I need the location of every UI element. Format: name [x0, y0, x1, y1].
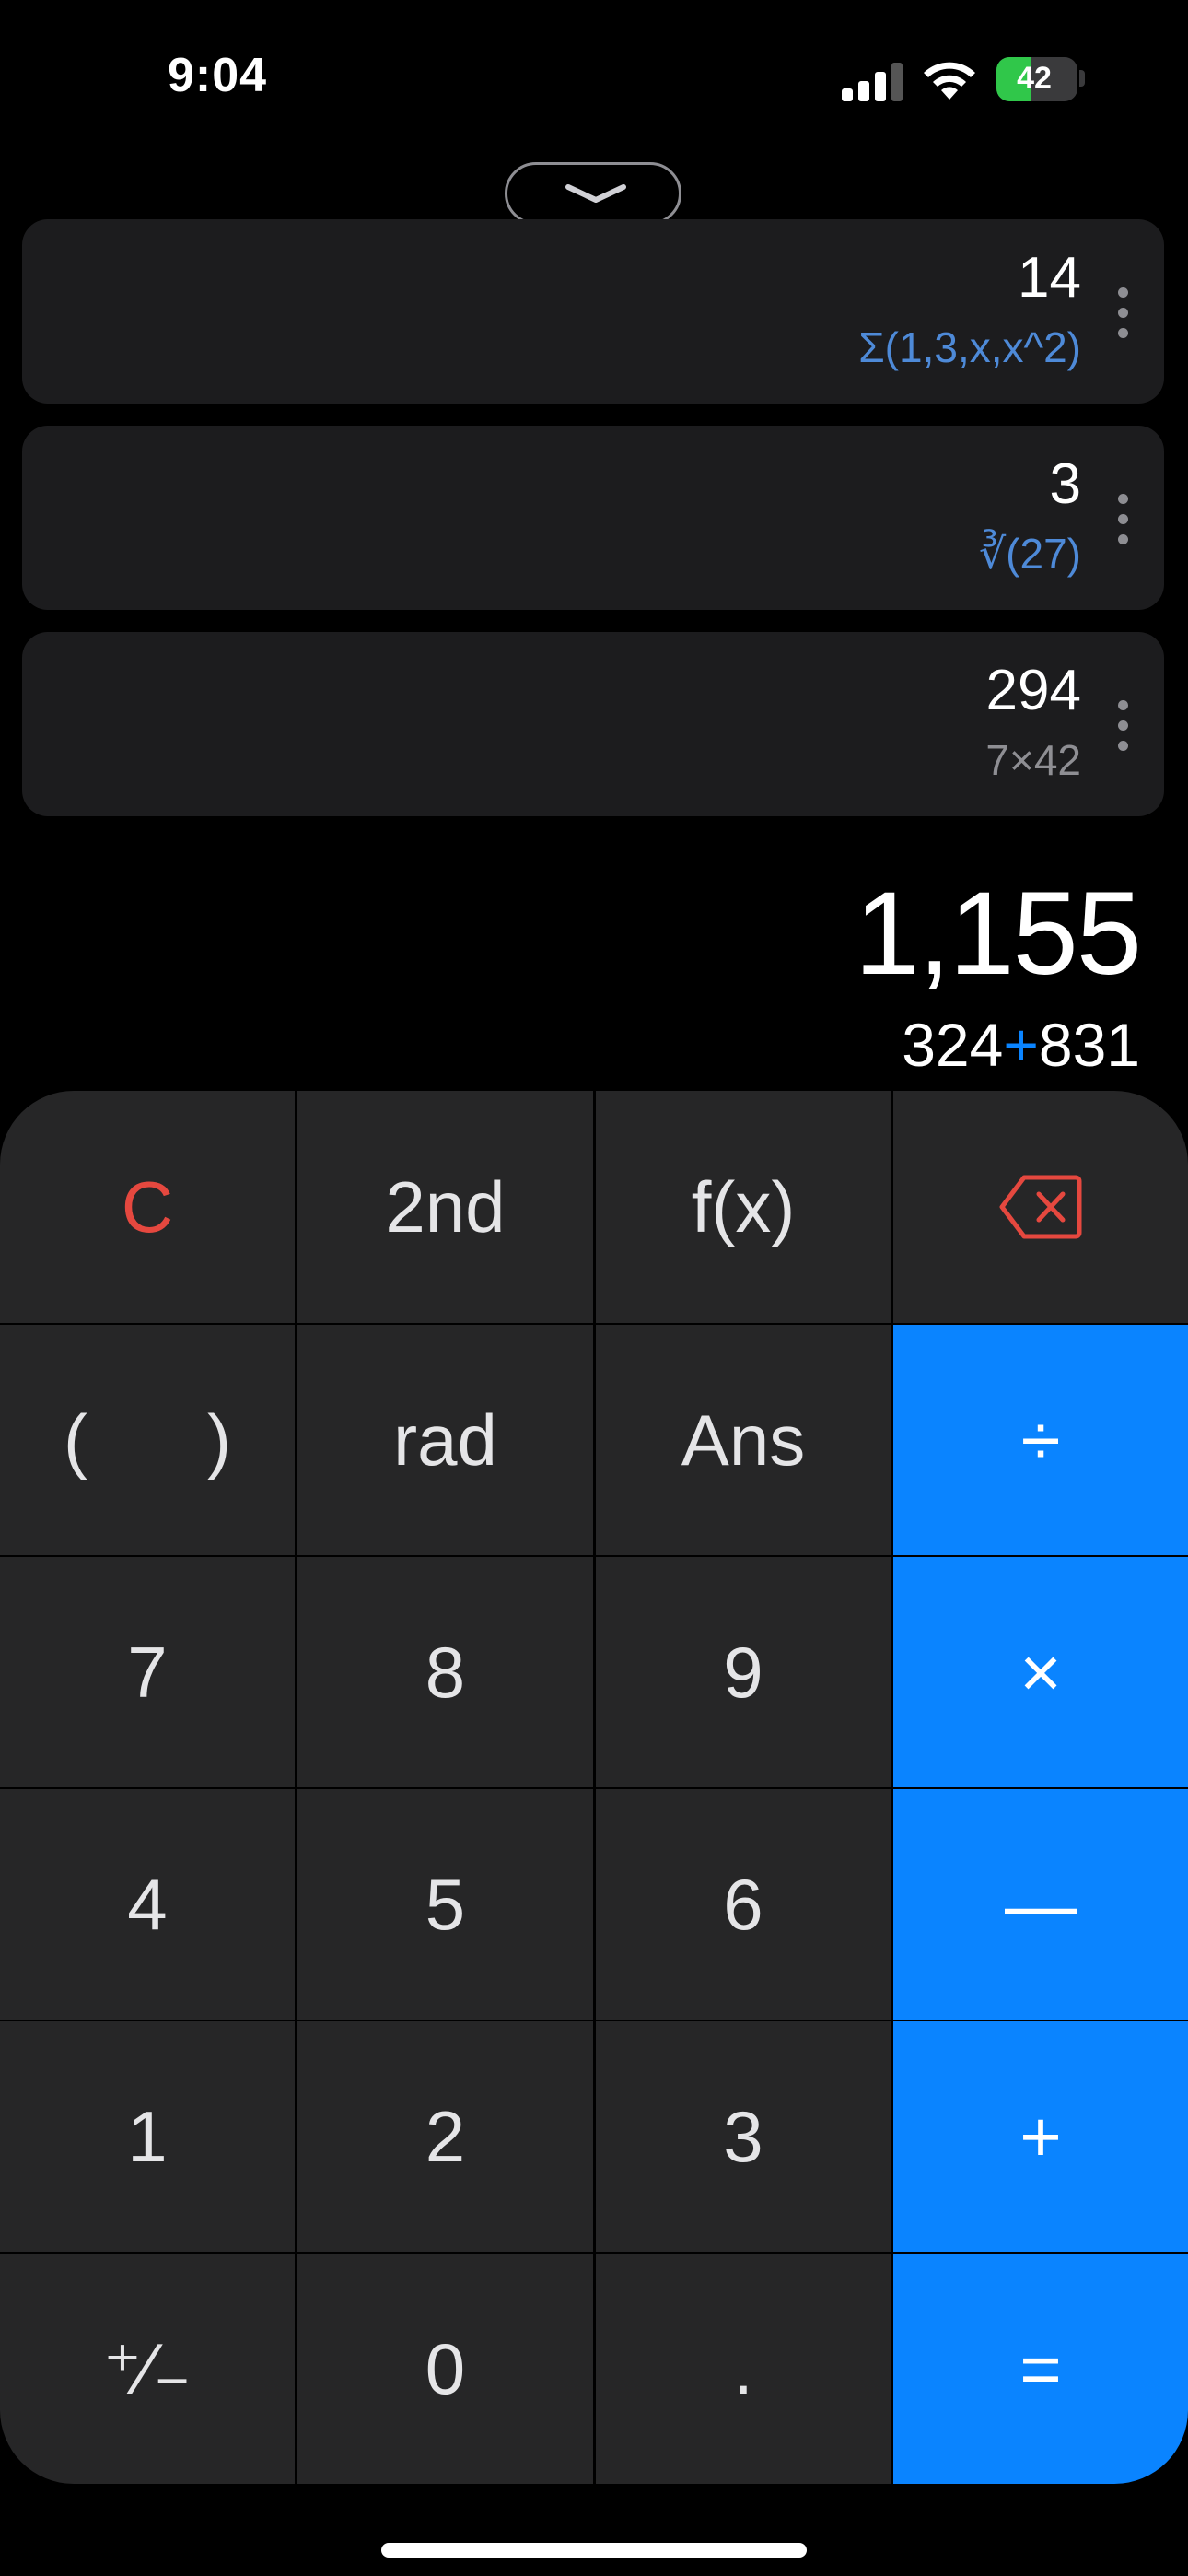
key-label: 7 — [127, 1631, 168, 1713]
history-result: 3 — [1049, 452, 1081, 516]
function-button[interactable]: f(x) — [596, 1091, 891, 1323]
display-result: 1,155 — [854, 868, 1142, 1000]
history-item[interactable]: 3 ∛(27) — [22, 426, 1164, 610]
history-result: 14 — [1018, 246, 1081, 310]
key-label: + — [1019, 2095, 1062, 2177]
digit-5-button[interactable]: 5 — [297, 1789, 593, 2020]
home-indicator — [381, 2543, 807, 2558]
status-bar: 9:04 42 — [0, 0, 1188, 157]
key-label: ⁺∕₋ — [103, 2327, 192, 2409]
history-expression: ∛(27) — [978, 530, 1081, 578]
key-label: 6 — [723, 1863, 763, 1945]
clear-button[interactable]: C — [0, 1091, 295, 1323]
expression-operator: + — [1003, 1011, 1039, 1079]
more-options-icon[interactable] — [1118, 287, 1129, 339]
digit-4-button[interactable]: 4 — [0, 1789, 295, 2020]
digit-6-button[interactable]: 6 — [596, 1789, 891, 2020]
multiply-button[interactable]: × — [893, 1557, 1188, 1787]
digit-0-button[interactable]: 0 — [297, 2254, 593, 2484]
history-result: 294 — [985, 659, 1081, 722]
key-label: f(x) — [691, 1165, 796, 1247]
digit-7-button[interactable]: 7 — [0, 1557, 295, 1787]
keypad: C 2nd f(x) ( ) rad Ans ÷ 7 8 9 × 4 5 6 — 1 2 3 + ⁺∕₋ 0. = — [0, 1091, 1188, 2484]
key-label: × — [1019, 1631, 1062, 1713]
key-label: ( ) — [64, 1399, 231, 1481]
history-item[interactable]: 294 7×42 — [22, 632, 1164, 816]
key-label: 2nd — [385, 1165, 506, 1247]
battery-percent: 42 — [1017, 61, 1052, 96]
display-expression: 324+831 — [902, 1010, 1140, 1080]
key-label: Ans — [681, 1399, 806, 1481]
backspace-icon — [999, 1175, 1082, 1239]
second-function-button[interactable]: 2nd — [297, 1091, 593, 1323]
history-expression: 7×42 — [985, 736, 1081, 784]
backspace-button[interactable] — [893, 1091, 1188, 1323]
cellular-signal-icon — [842, 61, 904, 101]
key-label: 1 — [127, 2095, 168, 2177]
key-label: C — [121, 1165, 174, 1247]
decimal-button[interactable]: . — [596, 2254, 891, 2484]
key-label: 9 — [723, 1631, 763, 1713]
wifi-icon — [924, 62, 975, 100]
answer-button[interactable]: Ans — [596, 1325, 891, 1555]
key-label: = — [1019, 2327, 1062, 2409]
key-label: 8 — [425, 1631, 466, 1713]
expression-right-operand: 831 — [1038, 1011, 1140, 1079]
key-label: . — [733, 2327, 753, 2409]
more-options-icon[interactable] — [1118, 494, 1129, 545]
status-time: 9:04 — [168, 49, 268, 102]
parentheses-button[interactable]: ( ) — [0, 1325, 295, 1555]
key-label: 5 — [425, 1863, 466, 1945]
key-label: rad — [393, 1399, 497, 1481]
equals-button[interactable]: = — [893, 2254, 1188, 2484]
expression-left-operand: 324 — [902, 1011, 1004, 1079]
key-label: ÷ — [1020, 1399, 1061, 1481]
more-options-icon[interactable] — [1118, 700, 1129, 752]
collapse-history-button[interactable] — [505, 162, 681, 225]
history-expression: Σ(1,3,x,x^2) — [858, 323, 1081, 371]
subtract-button[interactable]: — — [893, 1789, 1188, 2020]
divide-button[interactable]: ÷ — [893, 1325, 1188, 1555]
key-label: 3 — [723, 2095, 763, 2177]
digit-8-button[interactable]: 8 — [297, 1557, 593, 1787]
angle-mode-button[interactable]: rad — [297, 1325, 593, 1555]
add-button[interactable]: + — [893, 2021, 1188, 2252]
chevron-down-icon — [565, 184, 626, 203]
battery-charging-icon: 42 — [996, 57, 1077, 101]
digit-1-button[interactable]: 1 — [0, 2021, 295, 2252]
digit-3-button[interactable]: 3 — [596, 2021, 891, 2252]
digit-2-button[interactable]: 2 — [297, 2021, 593, 2252]
key-label: — — [1005, 1863, 1077, 1945]
plus-minus-button[interactable]: ⁺∕₋ — [0, 2254, 295, 2484]
key-label: 4 — [127, 1863, 168, 1945]
key-label: 2 — [425, 2095, 466, 2177]
battery-cap — [1079, 70, 1085, 87]
key-label: 0 — [425, 2327, 466, 2409]
history-item[interactable]: 14 Σ(1,3,x,x^2) — [22, 219, 1164, 404]
digit-9-button[interactable]: 9 — [596, 1557, 891, 1787]
